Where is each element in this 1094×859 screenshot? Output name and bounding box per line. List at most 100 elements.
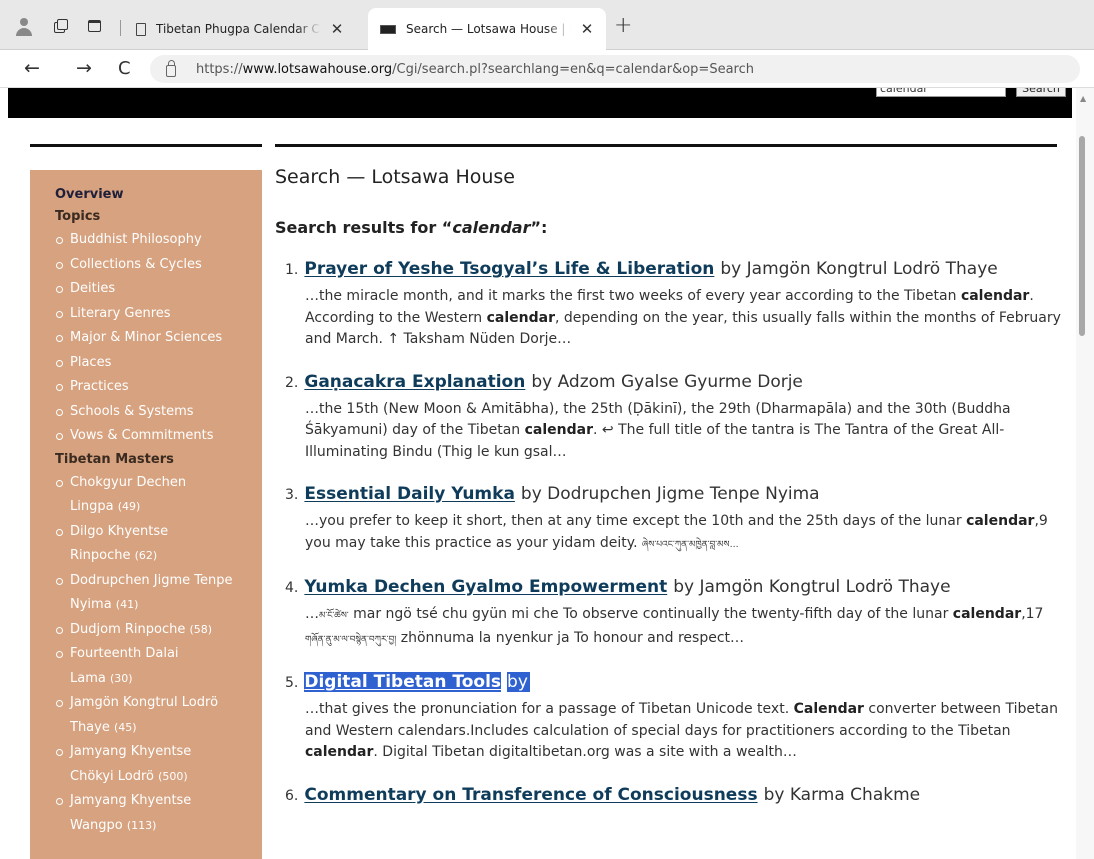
master-name: Nyima (70, 597, 116, 612)
sidebar-topic-item[interactable]: Practices (56, 375, 262, 400)
profile-icon[interactable] (14, 17, 34, 36)
result-title-link[interactable]: Digital Tibetan Tools (304, 672, 502, 692)
sidebar-topic-item[interactable]: Collections & Cycles (56, 253, 262, 278)
snippet-highlight: calendar (305, 744, 374, 760)
result-number: 1. (285, 262, 299, 278)
master-count: (500) (158, 769, 188, 783)
sidebar-topic-item[interactable]: Places (56, 351, 262, 376)
master-name: Jamyang Khyentse (70, 744, 192, 759)
reload-icon[interactable]: C (118, 58, 131, 79)
url-host: www.lotsawahouse.org (242, 61, 393, 77)
site-header-band: calendar Search (8, 88, 1072, 118)
master-count: (45) (113, 720, 137, 734)
result-title-link[interactable]: Essential Daily Yumka (304, 484, 515, 504)
sidebar-topic-item[interactable]: Buddhist Philosophy (56, 228, 262, 253)
sidebar-master-item[interactable]: Dudjom Rinpoche (58) (56, 618, 262, 643)
page-viewport: calendar Search ▲ Overview Topics Buddhi… (0, 88, 1094, 859)
result-item: 6. Commentary on Transference of Consciou… (285, 785, 1065, 805)
address-bar[interactable]: https://www.lotsawahouse.org/Cgi/search.… (150, 55, 1080, 83)
result-title-link[interactable]: Gaṇacakra Explanation (304, 372, 525, 392)
sidebar-masters-heading[interactable]: Tibetan Masters (55, 449, 262, 471)
result-title-link[interactable]: Yumka Dechen Gyalmo Empowerment (304, 577, 667, 597)
masters-list: Chokgyur Dechen Lingpa (49) Dilgo Khyentse… (56, 471, 262, 839)
snippet-text: zhönnuma la nyenkur ja To honour and res… (396, 629, 745, 646)
sidebar-master-item[interactable]: Chokgyur Dechen Lingpa (49) (56, 471, 262, 520)
sidebar-rule (30, 144, 262, 147)
sidebar-topic-item[interactable]: Schools & Systems (56, 400, 262, 425)
close-icon[interactable]: ✕ (579, 20, 595, 38)
back-arrow-icon[interactable]: ← (24, 57, 40, 79)
result-number: 2. (285, 374, 299, 391)
master-count: (58) (189, 622, 213, 636)
result-snippet: …the 15th (New Moon & Amitābha), the 25t… (305, 399, 1065, 464)
master-name: Wangpo (70, 817, 127, 833)
snippet-text: …that gives the pronunciation for a pass… (305, 701, 794, 717)
master-count: (113) (126, 818, 157, 832)
result-title-link[interactable]: Commentary on Transference of Consciousn… (304, 785, 757, 805)
url-prefix: https:// (196, 61, 243, 77)
master-name: Fourteenth Dalai (70, 646, 179, 661)
lotsawa-favicon (380, 24, 396, 34)
lock-icon[interactable] (166, 60, 176, 77)
results-suffix: ”: (530, 218, 548, 237)
forward-arrow-icon[interactable]: → (76, 57, 92, 79)
sidebar-master-item[interactable]: Dodrupchen Jigme Tenpe Nyima (41) (56, 569, 262, 618)
result-title-link[interactable]: Prayer of Yeshe Tsogyal’s Life & Liberat… (304, 259, 714, 279)
window-icon[interactable] (86, 17, 102, 35)
sidebar-master-item[interactable]: Jamgön Kongtrul Lodrö Thaye (45) (56, 691, 262, 740)
sidebar-master-item[interactable]: Jamyang Khyentse Wangpo (113) (56, 789, 262, 838)
master-count: (62) (134, 549, 158, 562)
snippet-text: ,17 (1021, 606, 1044, 622)
result-header: 5. Digital Tibetan Tools by (285, 672, 1065, 692)
navigation-bar: ← → C https://www.lotsawahouse.org/Cgi/s… (0, 50, 1094, 88)
page-title: Search — Lotsawa House (275, 166, 515, 188)
sidebar-topic-item[interactable]: Major & Minor Sciences (56, 326, 262, 351)
result-snippet: …that gives the pronunciation for a pass… (305, 699, 1065, 764)
site-search-input[interactable]: calendar (876, 88, 1006, 97)
scrollbar-thumb[interactable] (1079, 136, 1085, 336)
master-name: Jamgön Kongtrul Lodrö (70, 695, 219, 710)
sidebar-topic-item[interactable]: Literary Genres (56, 302, 262, 327)
scrollbar[interactable]: ▲ (1076, 88, 1094, 859)
result-item: 1. Prayer of Yeshe Tsogyal’s Life & Liber… (285, 259, 1065, 351)
result-item: 4. Yumka Dechen Gyalmo Empowerment by Jamg… (285, 577, 1065, 651)
sidebar-master-item[interactable]: Jamyang Khyentse Chökyi Lodrö (500) (56, 740, 262, 789)
master-count: (41) (115, 598, 139, 611)
close-icon[interactable]: ✕ (329, 20, 345, 38)
tab-lotsawa-search[interactable]: Search — Lotsawa House | Lotsaw ✕ (368, 8, 606, 50)
divider (120, 20, 121, 36)
result-item: 3. Essential Daily Yumka by Dodrupchen Jig… (285, 484, 1065, 556)
plus-icon[interactable]: + (614, 13, 632, 38)
tab-tibetan-calendar[interactable]: Tibetan Phugpa Calendar Calcula ✕ (124, 8, 364, 50)
result-author: by Dodrupchen Jigme Tenpe Nyima (520, 484, 820, 504)
sidebar-topic-item[interactable]: Deities (56, 277, 262, 302)
tab-actions-icon[interactable] (52, 17, 70, 35)
snippet-text: … (305, 606, 319, 622)
result-item: 2. Gaṇacakra Explanation by Adzom Gyalse G… (285, 372, 1065, 464)
sidebar-topics-heading[interactable]: Topics (55, 206, 262, 228)
sidebar-overview-link[interactable]: Overview (55, 184, 262, 206)
sidebar-master-item[interactable]: Fourteenth Dalai Lama (30) (56, 642, 262, 691)
snippet-tibetan: ཞེས་པའང་ཀུན་མཁྱེན་བླ་མས… (641, 539, 739, 550)
snippet-text: …you prefer to keep it short, then at an… (305, 513, 967, 529)
sidebar: Overview Topics Buddhist Philosophy Colle… (30, 170, 262, 859)
scroll-up-arrow-icon[interactable]: ▲ (1080, 94, 1086, 103)
result-item: 5. Digital Tibetan Tools by …that gives the… (285, 672, 1065, 764)
page-icon (136, 22, 146, 36)
main-content: Search — Lotsawa House Search results fo… (275, 166, 1065, 826)
sidebar-master-item[interactable]: Dilgo Khyentse Rinpoche (62) (56, 520, 262, 569)
result-author: by Adzom Gyalse Gyurme Dorje (531, 371, 803, 392)
snippet-highlight: calendar (952, 606, 1022, 622)
result-snippet: …you prefer to keep it short, then at an… (305, 511, 1065, 556)
result-author: by Jamgön Kongtrul Lodrö Thaye (720, 259, 998, 279)
sidebar-topic-item[interactable]: Vows & Commitments (56, 424, 262, 449)
snippet-text: …the miracle month, and it marks the fir… (305, 288, 961, 304)
master-name: Chökyi Lodrö (70, 768, 159, 784)
result-number: 5. (285, 675, 299, 691)
tab-title: Tibetan Phugpa Calendar Calcula (156, 22, 321, 36)
site-search-button[interactable]: Search (1016, 88, 1066, 97)
url-path: /Cgi/search.pl?searchlang=en&q=calendar&… (392, 61, 754, 77)
master-name: Dodrupchen Jigme Tenpe (70, 572, 233, 588)
snippet-highlight: calendar (966, 513, 1035, 529)
master-name: Lama (70, 670, 110, 686)
